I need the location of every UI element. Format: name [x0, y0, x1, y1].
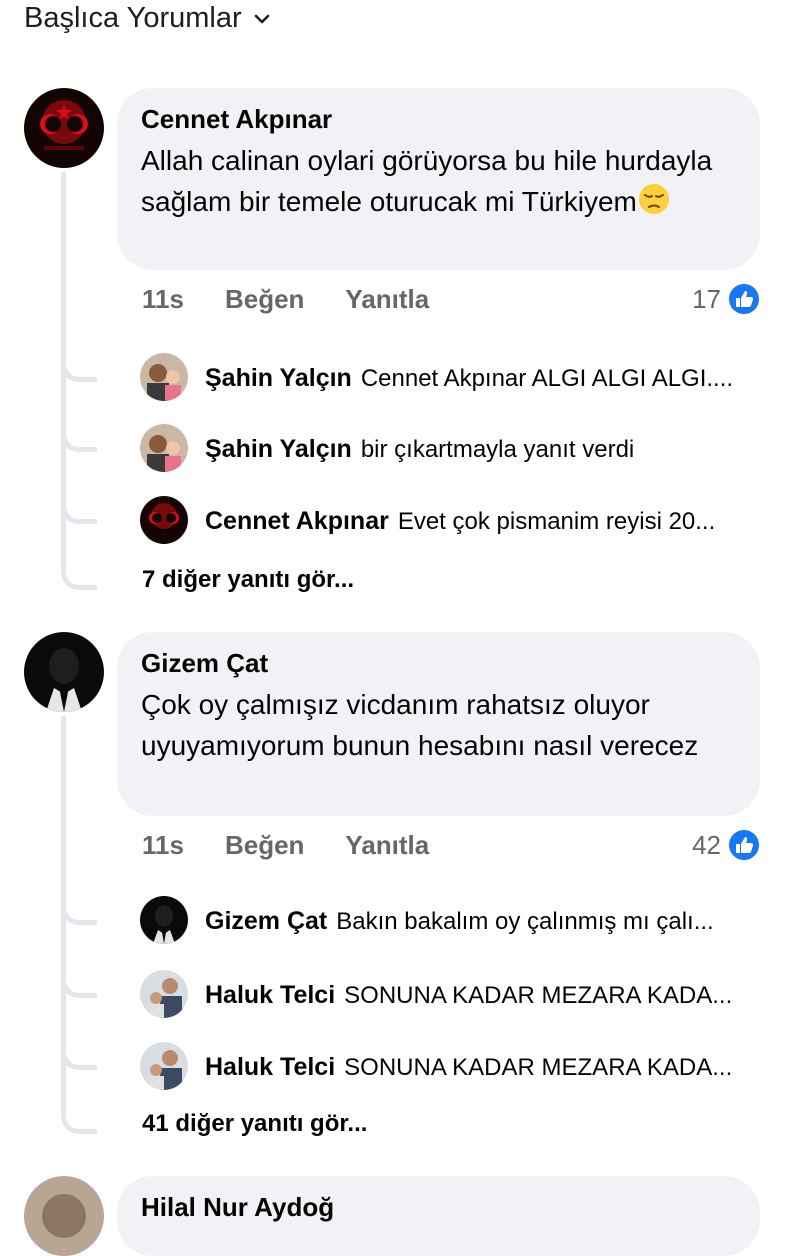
- reply-text: SONUNA KADAR MEZARA KADA...: [344, 1053, 733, 1081]
- chevron-down-icon: [254, 14, 269, 23]
- reaction-count: 42: [692, 829, 721, 860]
- reply-text: SONUNA KADAR MEZARA KADA...: [344, 981, 733, 1009]
- comments-sort-header[interactable]: Başlıca Yorumlar: [24, 2, 270, 35]
- avatar-flag-icon: [24, 88, 104, 168]
- avatar[interactable]: [140, 970, 188, 1018]
- view-more-replies-link[interactable]: 7 diğer yanıtı gör...: [142, 566, 354, 594]
- avatar[interactable]: [140, 896, 188, 944]
- reaction-count: 17: [692, 283, 721, 314]
- comment-author[interactable]: Hilal Nur Aydoğ: [141, 1190, 736, 1224]
- reply-author[interactable]: Cennet Akpınar: [205, 507, 389, 536]
- comment-bubble: Cennet Akpınar Allah calinan oylari görü…: [117, 88, 760, 270]
- thread-connector: [61, 560, 97, 590]
- avatar[interactable]: [140, 424, 188, 472]
- avatar[interactable]: [140, 353, 188, 401]
- thread-connector: [61, 1040, 97, 1070]
- avatar[interactable]: [24, 632, 104, 712]
- avatar-silhouette-icon: [24, 632, 104, 712]
- thread-connector: [61, 895, 97, 925]
- thread-connector: [61, 352, 97, 382]
- comment-text: Çok oy çalmışız vicdanım rahatsız oluyor…: [141, 689, 699, 761]
- reaction-summary[interactable]: 17: [692, 282, 761, 316]
- thread-connector: [61, 422, 97, 452]
- reply-row[interactable]: Gizem Çat Bakın bakalım oy çalınmış mı ç…: [205, 907, 760, 936]
- reply-button[interactable]: Yanıtla: [345, 284, 429, 315]
- sort-label: Başlıca Yorumlar: [24, 2, 242, 34]
- reply-author[interactable]: Şahin Yalçın: [205, 435, 352, 464]
- reply-text: bir çıkartmayla yanıt verdi: [360, 435, 635, 463]
- reply-row[interactable]: Cennet Akpınar Evet çok pismanim reyisi …: [205, 507, 760, 536]
- comment-bubble: Hilal Nur Aydoğ: [117, 1176, 760, 1256]
- avatar[interactable]: [140, 496, 188, 544]
- like-reaction-icon: [727, 828, 761, 862]
- avatar-photo-icon: [140, 424, 188, 472]
- comment-time[interactable]: 11s: [142, 284, 184, 315]
- reply-row[interactable]: Şahin Yalçın bir çıkartmayla yanıt verdi: [205, 435, 760, 464]
- comment-author[interactable]: Cennet Akpınar: [141, 102, 736, 136]
- reply-row[interactable]: Haluk Telci SONUNA KADAR MEZARA KADA...: [205, 981, 760, 1010]
- like-button[interactable]: Beğen: [225, 830, 304, 861]
- like-reaction-icon: [727, 282, 761, 316]
- avatar[interactable]: [24, 88, 104, 168]
- comment-bubble: Gizem Çat Çok oy çalmışız vicdanım rahat…: [117, 632, 760, 816]
- avatar-flag-icon: [140, 496, 188, 544]
- comment-actions: 11s Beğen Yanıtla: [142, 830, 429, 861]
- comment-time[interactable]: 11s: [142, 830, 184, 861]
- avatar-photo-icon: [140, 1042, 188, 1090]
- avatar-photo-icon: [140, 970, 188, 1018]
- avatar-photo-icon: [140, 353, 188, 401]
- reply-author[interactable]: Haluk Telci: [205, 981, 335, 1010]
- avatar[interactable]: [140, 1042, 188, 1090]
- reply-text: Evet çok pismanim reyisi 20...: [397, 507, 716, 535]
- thread-connector: [61, 494, 97, 524]
- reply-text: Bakın bakalım oy çalınmış mı çalı...: [336, 907, 714, 935]
- view-more-replies-link[interactable]: 41 diğer yanıtı gör...: [142, 1110, 367, 1138]
- reply-author[interactable]: Haluk Telci: [205, 1053, 335, 1082]
- pensive-face-icon: [638, 184, 669, 214]
- thread-connector: [61, 968, 97, 998]
- comment-author[interactable]: Gizem Çat: [141, 646, 736, 680]
- avatar[interactable]: [24, 1176, 104, 1256]
- like-button[interactable]: Beğen: [225, 284, 304, 315]
- reply-text: Cennet Akpınar ALGI ALGI ALGI....: [360, 364, 734, 392]
- avatar-silhouette-icon: [140, 896, 188, 944]
- reply-button[interactable]: Yanıtla: [345, 830, 429, 861]
- reaction-summary[interactable]: 42: [692, 828, 761, 862]
- comment-text: Allah calinan oylari görüyorsa bu hile h…: [141, 145, 713, 217]
- thread-connector: [61, 1104, 97, 1134]
- reply-row[interactable]: Şahin Yalçın Cennet Akpınar ALGI ALGI AL…: [205, 364, 760, 393]
- comment-actions: 11s Beğen Yanıtla: [142, 284, 429, 315]
- avatar-photo-icon: [24, 1176, 104, 1256]
- reply-author[interactable]: Şahin Yalçın: [205, 364, 352, 393]
- reply-row[interactable]: Haluk Telci SONUNA KADAR MEZARA KADA...: [205, 1053, 760, 1082]
- reply-author[interactable]: Gizem Çat: [205, 907, 327, 936]
